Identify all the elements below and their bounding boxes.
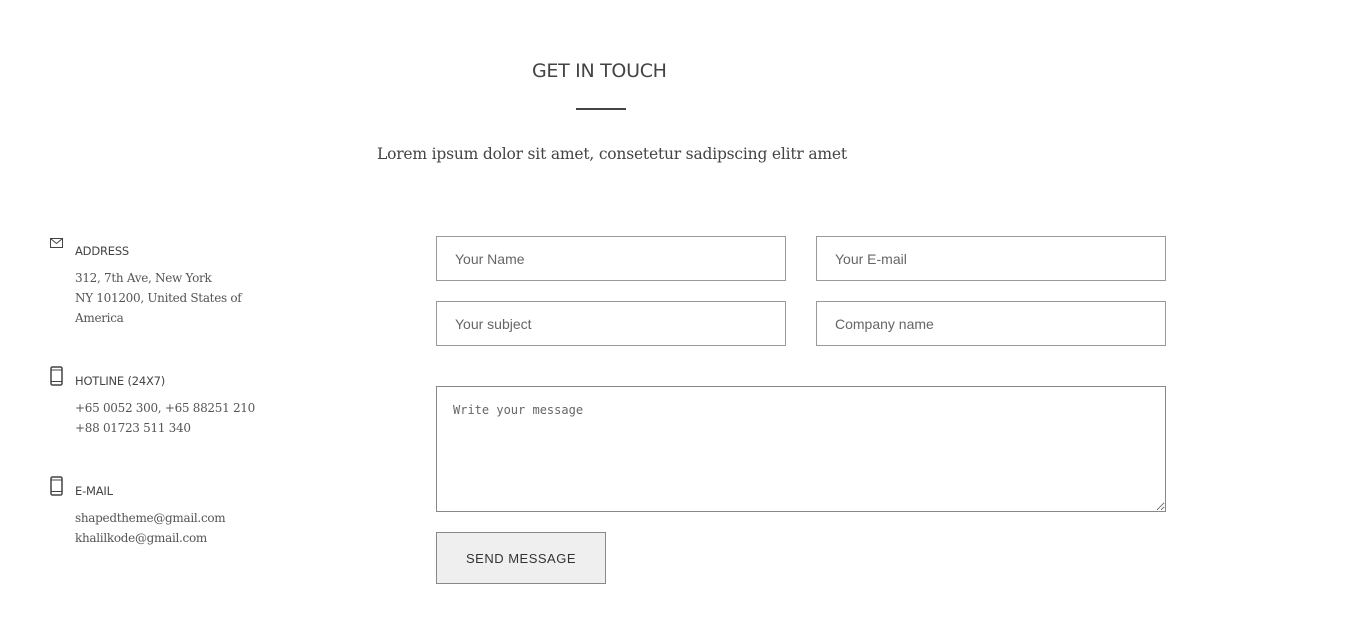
hotline-line: +88 01723 511 340 xyxy=(75,421,191,435)
subject-input[interactable] xyxy=(436,301,786,346)
email-input[interactable] xyxy=(816,236,1166,281)
hotline-lines: +65 0052 300, +65 88251 210 +88 01723 51… xyxy=(75,398,265,438)
send-message-button[interactable]: SEND MESSAGE xyxy=(436,532,606,584)
mobile-phone-icon xyxy=(50,476,66,496)
page-subtitle: Lorem ipsum dolor sit amet, consetetur s… xyxy=(377,145,847,163)
hotline-line: +65 0052 300, +65 88251 210 xyxy=(75,401,255,415)
address-heading: ADDRESS xyxy=(75,244,130,258)
address-line: America xyxy=(75,311,124,325)
address-line: 312, 7th Ave, New York xyxy=(75,271,212,285)
address-lines: 312, 7th Ave, New York NY 101200, United… xyxy=(75,268,265,328)
email-address: khalilkode@gmail.com xyxy=(75,531,207,545)
mobile-phone-icon xyxy=(50,366,66,386)
company-input[interactable] xyxy=(816,301,1166,346)
hotline-heading: HOTLINE (24X7) xyxy=(75,374,166,388)
email-lines: shapedtheme@gmail.com khalilkode@gmail.c… xyxy=(75,508,265,548)
name-input[interactable] xyxy=(436,236,786,281)
email-address: shapedtheme@gmail.com xyxy=(75,511,226,525)
envelope-icon xyxy=(50,236,66,254)
title-divider xyxy=(576,108,626,110)
address-line: NY 101200, United States of xyxy=(75,291,242,305)
email-heading: E-MAIL xyxy=(75,484,113,498)
message-textarea[interactable] xyxy=(436,386,1166,512)
page-title: GET IN TOUCH xyxy=(532,60,667,82)
